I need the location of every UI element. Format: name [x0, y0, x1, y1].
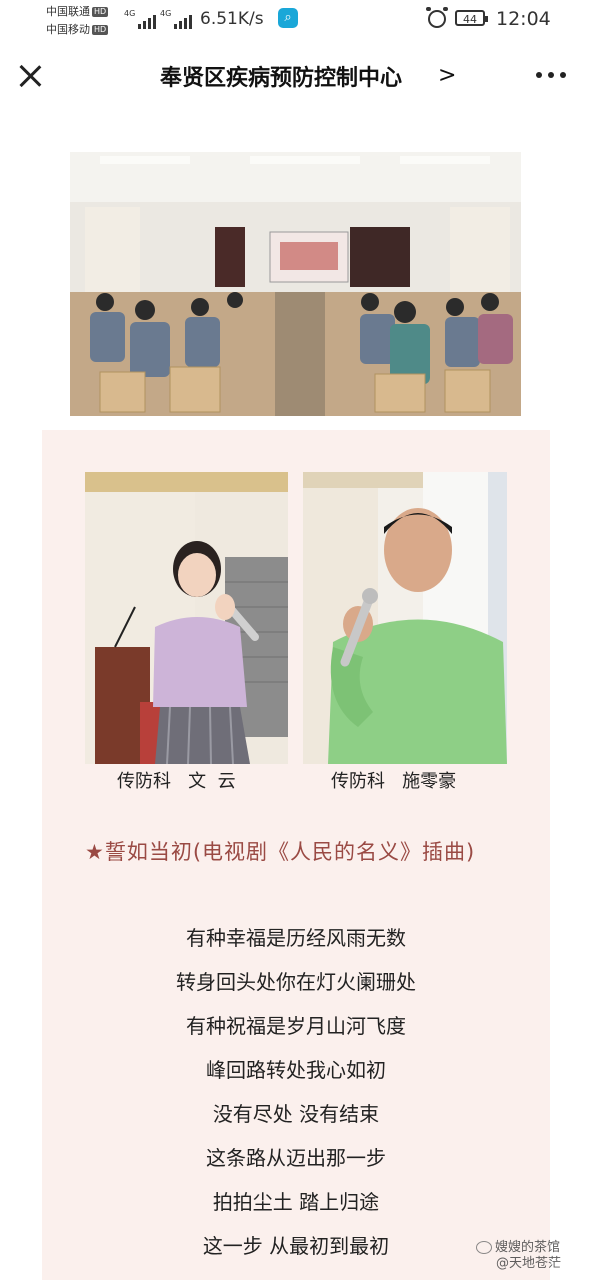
weibo-icon: [476, 1241, 492, 1254]
more-icon[interactable]: [536, 72, 566, 78]
lyrics-list: 有种幸福是历经风雨无数 转身回头处你在灯火阑珊处 有种祝福是岁月山河飞度 峰回路…: [85, 916, 507, 1268]
chevron-right-icon[interactable]: >: [438, 63, 456, 88]
watermark: 嫂嫂的茶馆 @天地苍茫: [476, 1240, 561, 1272]
lyric-line: 转身回头处你在灯火阑珊处: [176, 970, 416, 994]
lyric-line: 这一步 从最初到最初: [202, 1234, 390, 1258]
speaker-photo-left: [85, 472, 288, 764]
network-type: 4G: [160, 9, 172, 18]
carrier-names: 中国联通 HD 中国移动 HD: [46, 3, 109, 39]
watermark-line2: @天地苍茫: [496, 1256, 562, 1271]
lyric-line: 有种幸福是历经风雨无数: [186, 926, 406, 950]
lyric-line: 拍拍尘土 踏上归途: [212, 1190, 380, 1214]
account-name[interactable]: 奉贤区疾病预防控制中心: [160, 66, 402, 91]
caption-right: 传防科 施零豪: [331, 771, 457, 792]
carrier-2: 中国移动: [46, 23, 90, 36]
hd-badge: HD: [92, 7, 109, 17]
network-type: 4G: [124, 9, 136, 18]
search-app-icon: ⌕: [278, 8, 298, 28]
watermark-line1: 嫂嫂的茶馆: [495, 1240, 561, 1255]
status-bar: 中国联通 HD 中国移动 HD 4G 4G 6.51K/s ⌕ 44 12:04: [0, 0, 591, 42]
hd-badge: HD: [92, 25, 109, 35]
caption-left: 传防科 文 云: [117, 771, 236, 792]
nav-bar: 奉贤区疾病预防控制中心 >: [0, 42, 591, 110]
battery-icon: 44: [455, 10, 488, 26]
lyric-line: 有种祝福是岁月山河飞度: [186, 1014, 406, 1038]
carrier-1: 中国联通: [46, 5, 90, 18]
close-icon[interactable]: [18, 64, 42, 88]
alarm-icon: [426, 7, 448, 28]
speaker-photo-right: [303, 472, 507, 764]
net-speed: 6.51K/s: [200, 9, 264, 29]
lyric-line: 这条路从迈出那一步: [206, 1146, 386, 1170]
song-title: ★誓如当初(电视剧《人民的名义》插曲): [85, 840, 476, 864]
conference-room-photo: [70, 152, 521, 416]
signal-icon: 4G: [124, 9, 157, 29]
signal-icon: 4G: [160, 9, 193, 29]
clock: 12:04: [496, 8, 551, 30]
lyric-line: 峰回路转处我心如初: [206, 1058, 386, 1082]
account-title[interactable]: 奉贤区疾病预防控制中心: [160, 60, 402, 92]
lyric-line: 没有尽处 没有结束: [212, 1102, 380, 1126]
